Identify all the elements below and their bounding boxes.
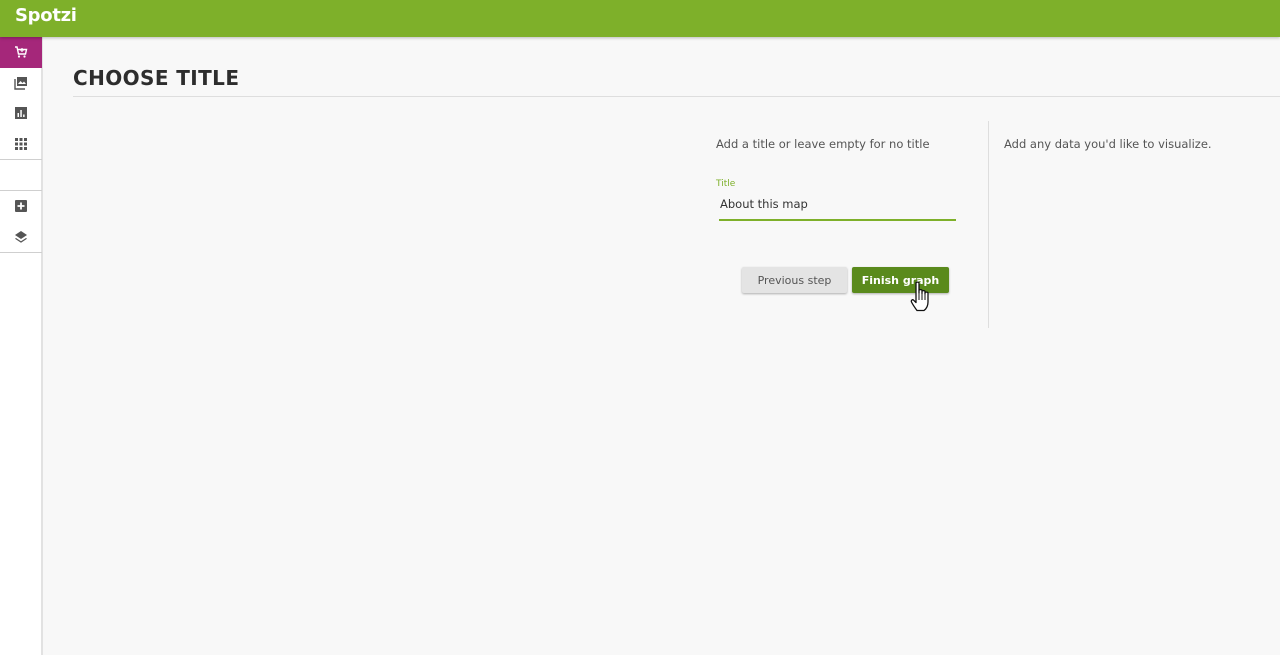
sidebar	[0, 37, 43, 655]
layers-icon	[15, 230, 27, 243]
title-input[interactable]	[719, 193, 956, 221]
top-bar: Spotzi	[0, 0, 1280, 37]
grid-icon	[15, 137, 27, 150]
sidebar-item-layers[interactable]	[0, 222, 42, 253]
spotzi-logo[interactable]: Spotzi	[15, 5, 77, 26]
finish-graph-button[interactable]: Finish graph	[852, 267, 949, 293]
chart-icon	[15, 107, 27, 120]
gallery-icon	[14, 76, 27, 90]
cart-icon	[15, 46, 28, 58]
instruction-text: Add a title or leave empty for no title	[716, 137, 930, 151]
title-divider	[73, 96, 1280, 97]
sidebar-item-gallery[interactable]	[0, 68, 42, 99]
sidebar-item-chart[interactable]	[0, 98, 42, 129]
sidebar-item-cart[interactable]	[0, 37, 42, 68]
panel-divider	[988, 121, 989, 328]
page-title: CHOOSE TITLE	[73, 66, 240, 90]
sidebar-item-grid[interactable]	[0, 129, 42, 160]
sidebar-item-add[interactable]	[0, 191, 42, 222]
add-box-icon	[15, 200, 27, 213]
previous-step-button[interactable]: Previous step	[742, 267, 847, 293]
title-field-label: Title	[716, 179, 736, 189]
sidebar-divider	[0, 252, 42, 253]
data-panel-text: Add any data you'd like to visualize.	[1004, 137, 1212, 151]
